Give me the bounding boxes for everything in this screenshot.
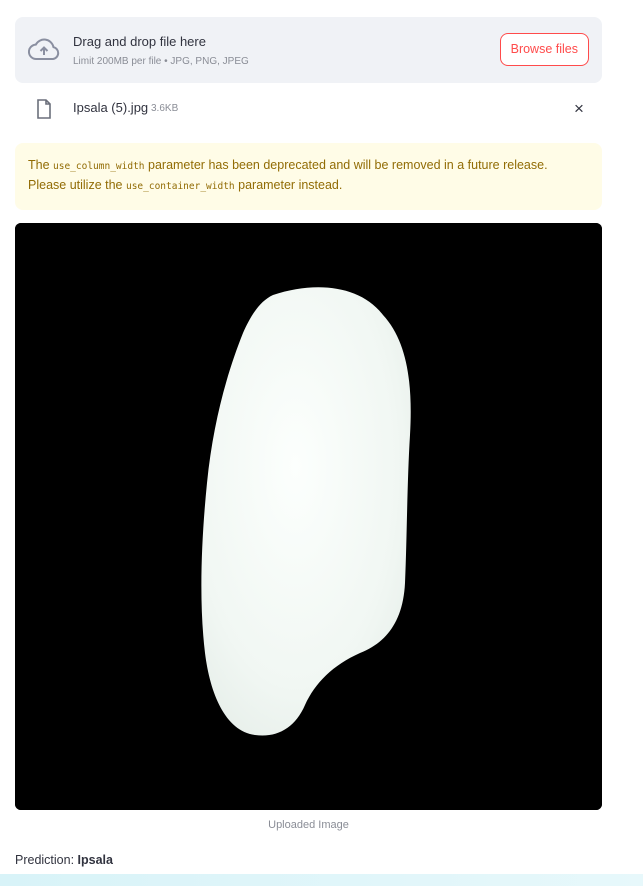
deprecation-warning: The use_column_width parameter has been …	[15, 143, 602, 210]
bottom-strip	[0, 874, 643, 886]
prediction-label: Prediction:	[15, 853, 78, 867]
file-icon	[37, 99, 51, 119]
uploaded-file-row: Ipsala (5).jpg 3.6KB ×	[15, 95, 602, 123]
warning-code-2: use_container_width	[125, 181, 235, 192]
warning-text-1: The	[28, 158, 54, 172]
browse-files-button[interactable]: Browse files	[499, 33, 589, 66]
file-dropzone[interactable]: Drag and drop file here Limit 200MB per …	[15, 17, 602, 83]
warning-code-1: use_column_width	[53, 161, 145, 172]
warning-text-3: parameter instead.	[234, 178, 343, 192]
prediction-text: Prediction: Ipsala	[15, 853, 113, 867]
close-icon[interactable]: ×	[571, 99, 587, 119]
uploaded-file-name: Ipsala (5).jpg	[73, 100, 149, 115]
dropzone-title: Drag and drop file here	[73, 34, 206, 49]
cloud-upload-icon	[28, 38, 60, 60]
app-page: Drag and drop file here Limit 200MB per …	[0, 0, 643, 886]
rice-grain-image	[15, 223, 602, 810]
dropzone-limit-text: Limit 200MB per file • JPG, PNG, JPEG	[73, 56, 249, 67]
uploaded-image	[15, 223, 602, 810]
prediction-value: Ipsala	[77, 853, 113, 867]
image-caption: Uploaded Image	[268, 819, 349, 831]
uploaded-file-size: 3.6KB	[151, 103, 179, 114]
